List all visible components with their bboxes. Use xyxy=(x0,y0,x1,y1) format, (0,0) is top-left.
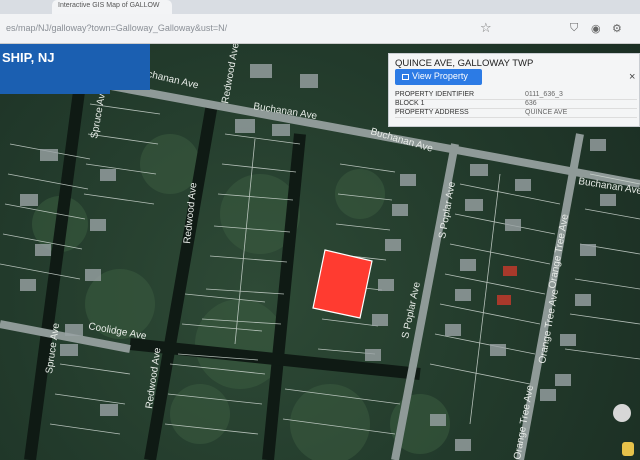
tree-canopy xyxy=(32,134,450,460)
street-label-orange-c: Orange Tree Ave xyxy=(512,384,536,460)
account-icon[interactable]: ◉ xyxy=(591,22,601,35)
view-property-label: View Property xyxy=(412,71,468,81)
popup-title: QUINCE AVE, GALLOWAY TWP xyxy=(395,58,534,69)
table-row: PROPERTY ADDRESS QUINCE AVE xyxy=(395,109,637,118)
row-label: PROPERTY ADDRESS xyxy=(395,109,469,116)
site-title: SHIP, NJ xyxy=(2,50,55,65)
street-view-icon[interactable] xyxy=(613,404,631,422)
property-card-icon xyxy=(402,73,409,80)
selected-parcel[interactable] xyxy=(312,249,373,319)
table-row: PROPERTY IDENTIFIER 0111_636_3 xyxy=(395,91,637,100)
extensions-icon[interactable]: ⚙ xyxy=(612,22,622,35)
street-label-buchanan-c: Buchanan Ave xyxy=(369,126,434,154)
table-row: BLOCK 1 636 xyxy=(395,100,637,109)
street-label-orange-a: Orange Tree Ave xyxy=(547,213,571,290)
row-value: QUINCE AVE xyxy=(525,109,568,116)
url-text[interactable]: es/map/NJ/galloway?town=Galloway_Gallowa… xyxy=(6,23,227,33)
pocket-icon[interactable]: ⛉ xyxy=(570,22,578,35)
row-value: 0111_636_3 xyxy=(525,91,563,98)
bookmark-star-icon[interactable]: ☆ xyxy=(480,20,492,36)
site-header: SHIP, NJ xyxy=(0,44,150,90)
street-label-redwood-a: Redwood Ave xyxy=(220,44,242,105)
pegman-icon[interactable] xyxy=(622,442,634,456)
row-label: PROPERTY IDENTIFIER xyxy=(395,91,475,98)
row-label: BLOCK 1 xyxy=(395,100,425,107)
property-popup: QUINCE AVE, GALLOWAY TWP × View Property… xyxy=(388,53,640,127)
tab-strip: Interactive GIS Map of GALLOW xyxy=(0,0,640,14)
browser-tab[interactable]: Interactive GIS Map of GALLOW xyxy=(52,0,172,14)
street-label-spruce-a: Spruce Ave xyxy=(89,87,109,140)
row-value: 636 xyxy=(525,100,537,107)
property-table: PROPERTY IDENTIFIER 0111_636_3 BLOCK 1 6… xyxy=(395,91,637,118)
red-roofs xyxy=(497,266,517,305)
popup-close-icon[interactable]: × xyxy=(629,71,635,83)
header-strip xyxy=(0,90,110,94)
view-property-button[interactable]: View Property xyxy=(395,69,482,85)
address-bar[interactable]: es/map/NJ/galloway?town=Galloway_Gallowa… xyxy=(0,14,640,44)
